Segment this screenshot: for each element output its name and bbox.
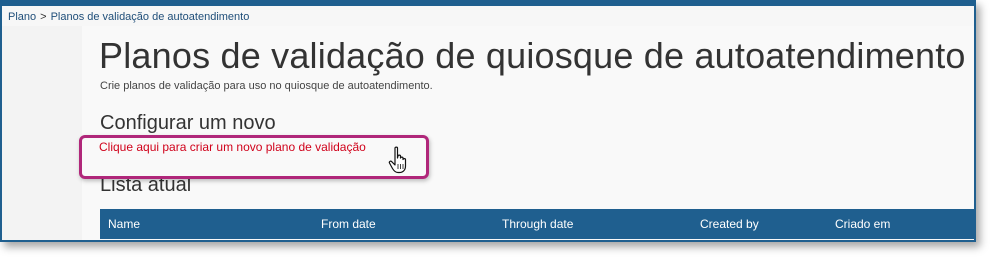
column-header-created-on[interactable]: Criado em — [835, 217, 890, 231]
breadcrumb: Plano > Planos de validação de autoatendim… — [8, 11, 249, 23]
breadcrumb-separator: > — [40, 11, 47, 23]
column-header-through-date[interactable]: Through date — [502, 217, 573, 231]
callout-highlight-box — [79, 135, 429, 179]
top-navigation-bar — [2, 0, 974, 6]
column-header-from-date[interactable]: From date — [321, 217, 376, 231]
column-header-name[interactable]: Name — [108, 217, 140, 231]
breadcrumb-item-plano[interactable]: Plano — [8, 11, 36, 23]
configure-new-heading: Configurar um novo — [100, 112, 276, 134]
page-subtitle: Crie planos de validação para uso no qui… — [100, 80, 433, 92]
browser-window-frame: Plano > Planos de validação de autoatendim… — [0, 0, 976, 242]
main-content: Planos de validação de quiosque de autoa… — [82, 26, 974, 240]
hand-pointer-cursor-icon — [388, 146, 407, 174]
table-header: Name From date Through date Created by C… — [100, 209, 974, 239]
left-sidebar-strip — [2, 26, 82, 240]
page-title: Planos de validação de quiosque de autoa… — [99, 35, 966, 76]
breadcrumb-item-current[interactable]: Planos de validação de autoatendimento — [51, 11, 250, 23]
column-header-created-by[interactable]: Created by — [700, 217, 759, 231]
